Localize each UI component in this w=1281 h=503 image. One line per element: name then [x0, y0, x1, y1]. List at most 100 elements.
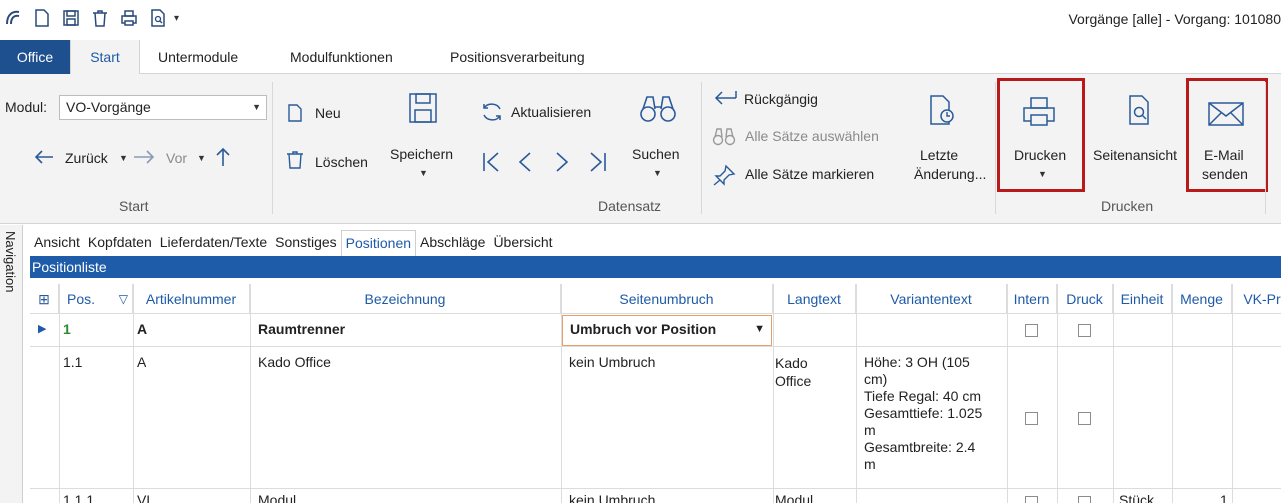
- email-label-2[interactable]: senden: [1202, 166, 1248, 182]
- save-icon[interactable]: [408, 92, 438, 124]
- new-doc-icon[interactable]: [287, 103, 303, 123]
- binoculars-icon[interactable]: [639, 93, 677, 125]
- intern-checkbox[interactable]: [1025, 496, 1038, 503]
- previous-record-icon[interactable]: [516, 151, 534, 173]
- filter-icon[interactable]: ▽: [119, 284, 128, 313]
- page-preview-icon[interactable]: [1127, 94, 1153, 126]
- row-bezeichnung[interactable]: Raumtrenner: [258, 321, 345, 337]
- tab-ansicht[interactable]: Ansicht: [30, 230, 84, 256]
- search-dropdown-icon[interactable]: ▼: [653, 168, 662, 178]
- row-variantentext[interactable]: Höhe: 3 OH (105 cm) Tiefe Regal: 40 cm G…: [864, 354, 1004, 488]
- print-button[interactable]: Drucken: [1014, 147, 1066, 163]
- last-change-label-1[interactable]: Letzte: [920, 147, 958, 163]
- envelope-icon[interactable]: [1207, 101, 1245, 127]
- new-doc-icon[interactable]: [33, 8, 51, 28]
- row-umbruch[interactable]: kein Umbruch: [569, 354, 655, 370]
- app-logo-icon[interactable]: [4, 8, 22, 28]
- delete-button[interactable]: Löschen: [315, 154, 368, 170]
- row-einheit[interactable]: Stück: [1119, 492, 1154, 503]
- undo-button[interactable]: Rückgängig: [744, 91, 818, 107]
- druck-checkbox[interactable]: [1078, 412, 1091, 425]
- col-einheit[interactable]: Einheit: [1113, 284, 1172, 314]
- undo-icon[interactable]: [712, 88, 738, 110]
- tab-lieferdaten[interactable]: Lieferdaten/Texte: [156, 230, 271, 256]
- select-all-button[interactable]: Alle Sätze auswählen: [745, 128, 879, 144]
- last-change-icon[interactable]: [928, 94, 956, 126]
- row-artikel[interactable]: VL: [137, 492, 154, 503]
- last-record-icon[interactable]: [587, 151, 609, 173]
- next-record-icon[interactable]: [553, 151, 571, 173]
- save-button[interactable]: Speichern: [390, 146, 453, 162]
- pin-icon[interactable]: [712, 164, 736, 186]
- page-preview-button[interactable]: Seitenansicht: [1093, 147, 1177, 163]
- navigation-panel[interactable]: Navigation: [0, 225, 23, 503]
- col-menge[interactable]: Menge: [1172, 284, 1232, 314]
- row-pos[interactable]: 1.1: [63, 354, 82, 370]
- arrow-left-icon[interactable]: [33, 148, 55, 166]
- table-row[interactable]: 1.1 A Kado Office kein Umbruch Kado Offi…: [30, 346, 1281, 488]
- tab-office[interactable]: Office: [0, 40, 70, 74]
- tab-kopfdaten[interactable]: Kopfdaten: [84, 230, 156, 256]
- col-intern[interactable]: Intern: [1007, 284, 1057, 314]
- row-artikel[interactable]: A: [137, 354, 146, 370]
- modul-select[interactable]: VO-Vorgänge ▼: [59, 95, 267, 120]
- col-artikelnummer[interactable]: Artikelnummer: [133, 284, 250, 314]
- col-pos[interactable]: Pos. ▽: [59, 284, 133, 314]
- tab-positionen[interactable]: Positionen: [340, 230, 417, 256]
- arrow-up-icon[interactable]: [213, 146, 233, 168]
- row-bezeichnung[interactable]: Modul: [258, 492, 296, 503]
- first-record-icon[interactable]: [480, 151, 502, 173]
- back-button[interactable]: Zurück: [65, 150, 108, 166]
- tab-uebersicht[interactable]: Übersicht: [489, 230, 556, 256]
- email-label-1[interactable]: E-Mail: [1204, 147, 1244, 163]
- tab-sonstiges[interactable]: Sonstiges: [271, 230, 340, 256]
- row-menge[interactable]: 1: [1220, 492, 1228, 503]
- print-dropdown-icon[interactable]: ▼: [1038, 169, 1047, 179]
- table-row[interactable]: ▶ 1 A Raumtrenner Umbruch vor Position ▼: [30, 314, 1281, 346]
- tab-positionsverarbeitung[interactable]: Positionsverarbeitung: [450, 40, 585, 74]
- tab-abschlaege[interactable]: Abschläge: [416, 230, 489, 256]
- save-dropdown-icon[interactable]: ▼: [419, 168, 428, 178]
- intern-checkbox[interactable]: [1025, 412, 1038, 425]
- column-chooser-icon[interactable]: ⊞: [30, 284, 59, 314]
- tab-start[interactable]: Start: [70, 40, 140, 75]
- last-change-label-2[interactable]: Änderung...: [914, 166, 986, 182]
- col-seitenumbruch[interactable]: Seitenumbruch: [561, 284, 773, 314]
- printer-icon[interactable]: [1022, 96, 1056, 128]
- intern-checkbox[interactable]: [1025, 324, 1038, 337]
- row-pos[interactable]: 1.1.1: [63, 492, 94, 503]
- row-artikel[interactable]: A: [137, 321, 147, 337]
- mark-all-button[interactable]: Alle Sätze markieren: [745, 166, 874, 182]
- delete-icon[interactable]: [91, 8, 109, 28]
- page-break-select[interactable]: Umbruch vor Position ▼: [562, 315, 772, 346]
- col-druck[interactable]: Druck: [1057, 284, 1113, 314]
- refresh-button[interactable]: Aktualisieren: [511, 104, 591, 120]
- col-bezeichnung[interactable]: Bezeichnung: [250, 284, 561, 314]
- print-icon[interactable]: [120, 8, 138, 28]
- qat-dropdown-icon[interactable]: ▾: [174, 13, 179, 24]
- row-langtext[interactable]: Kado Office: [775, 354, 811, 390]
- druck-checkbox[interactable]: [1078, 496, 1091, 503]
- col-variantentext[interactable]: Variantentext: [856, 284, 1007, 314]
- tab-modulfunktionen[interactable]: Modulfunktionen: [290, 40, 393, 74]
- refresh-icon[interactable]: [480, 101, 504, 123]
- new-button[interactable]: Neu: [315, 105, 341, 121]
- save-icon[interactable]: [62, 8, 80, 28]
- print-preview-icon[interactable]: [149, 8, 167, 28]
- table-row[interactable]: 1.1.1 VL Modul kein Umbruch Modul Stück …: [30, 488, 1281, 503]
- row-umbruch[interactable]: kein Umbruch: [569, 492, 655, 503]
- search-button[interactable]: Suchen: [632, 146, 679, 162]
- forward-dropdown-icon[interactable]: ▼: [197, 153, 206, 163]
- row-pos[interactable]: 1: [63, 321, 71, 337]
- row-langtext[interactable]: Modul: [775, 492, 813, 503]
- row-bezeichnung[interactable]: Kado Office: [258, 354, 331, 370]
- delete-icon[interactable]: [285, 150, 305, 170]
- chevron-down-icon[interactable]: ▼: [754, 323, 765, 335]
- arrow-right-icon[interactable]: [132, 148, 156, 166]
- druck-checkbox[interactable]: [1078, 324, 1091, 337]
- forward-button[interactable]: Vor: [166, 150, 187, 166]
- col-langtext[interactable]: Langtext: [773, 284, 856, 314]
- tab-untermodule[interactable]: Untermodule: [158, 40, 238, 74]
- col-vk-preis[interactable]: VK-Pr: [1232, 284, 1281, 314]
- back-dropdown-icon[interactable]: ▼: [119, 153, 128, 163]
